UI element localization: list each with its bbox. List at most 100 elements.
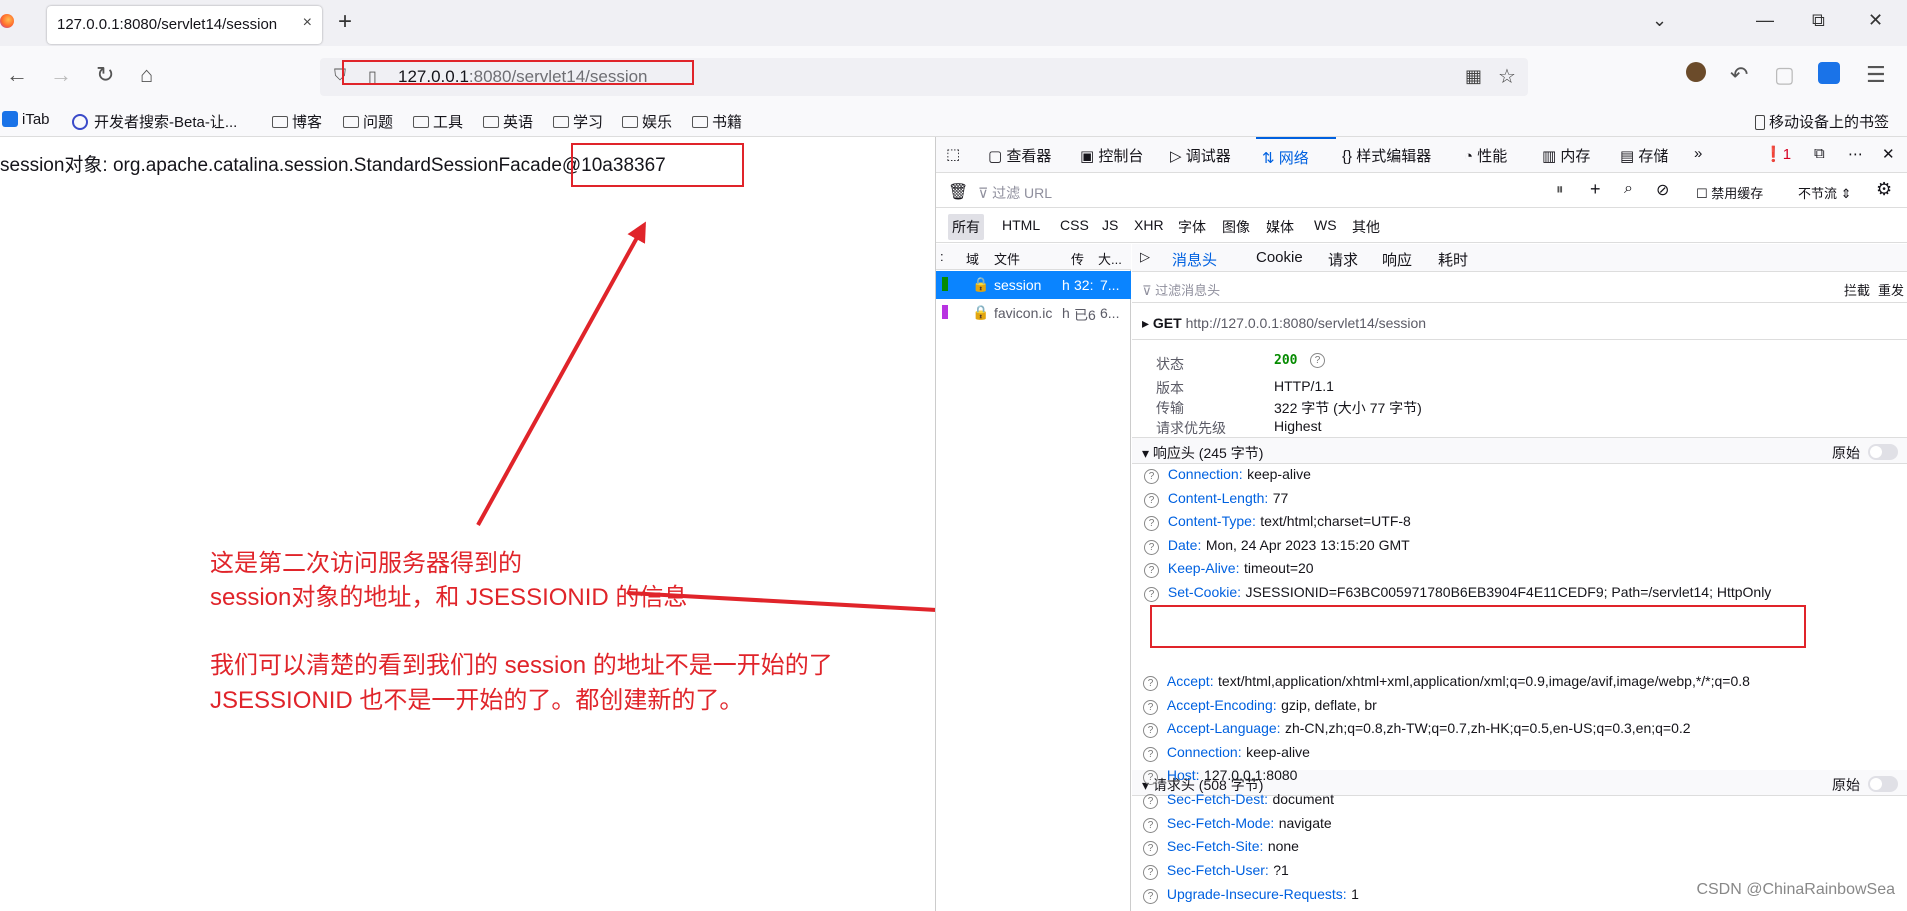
filter-url-input[interactable]: ⊽ 过滤 URL (978, 183, 1052, 203)
summary-value: 322 字节 (大小 77 字节) (1274, 400, 1422, 416)
throttle-select[interactable]: 不节流 ⇕ (1798, 183, 1852, 202)
block-button[interactable]: 拦截 (1844, 280, 1870, 299)
filter-xhr[interactable]: XHR (1134, 217, 1164, 233)
request-file: favicon.ic (994, 305, 1053, 321)
more-tabs-icon[interactable]: » (1694, 145, 1702, 162)
col-file[interactable]: 文件 (994, 249, 1020, 268)
request-url-line: ▸ GET http://127.0.0.1:8080/servlet14/se… (1132, 304, 1907, 340)
request-type: h (1062, 277, 1070, 293)
header-row: ? Content-Length: 77 (1144, 490, 1288, 508)
settings-gear-icon[interactable]: ⚙ (1876, 179, 1892, 200)
header-row: ? Sec-Fetch-Site: none (1143, 838, 1299, 856)
response-headers-section[interactable]: ▾ 响应头 (245 字节) 原始 (1132, 438, 1907, 464)
filter-fonts[interactable]: 字体 (1178, 217, 1206, 237)
tab-response[interactable]: 响应 (1382, 249, 1412, 270)
lock-icon: 🔒 (972, 304, 990, 320)
tab-cookies[interactable]: Cookie (1256, 249, 1303, 266)
devtools-menu-icon[interactable]: ⋯ (1848, 145, 1863, 163)
request-size: 6... (1100, 305, 1120, 321)
header-row: ? Accept-Encoding: gzip, deflate, br (1143, 697, 1377, 715)
add-request-icon[interactable]: + (1590, 179, 1601, 200)
block-icon[interactable]: ⊘ (1656, 180, 1669, 200)
tab-memory[interactable]: ▥ 内存 (1542, 145, 1590, 166)
raw-toggle[interactable] (1868, 444, 1898, 460)
help-icon[interactable]: ? (1144, 587, 1159, 602)
filter-other[interactable]: 其他 (1352, 217, 1380, 237)
annotation-line-1: 这是第二次访问服务器得到的 (210, 550, 522, 577)
request-transfer: 32: (1074, 277, 1094, 293)
tab-timings[interactable]: 耗时 (1438, 249, 1468, 270)
filter-headers-input[interactable]: ⊽ 过滤消息头 (1142, 280, 1220, 299)
help-icon[interactable]: ? (1143, 865, 1158, 880)
arrow-to-session (476, 221, 646, 526)
filter-css[interactable]: CSS (1060, 217, 1089, 233)
error-count-badge[interactable]: ❗1 (1764, 145, 1791, 163)
filter-html[interactable]: HTML (1002, 217, 1040, 233)
filter-js[interactable]: JS (1102, 217, 1118, 233)
status-indicator (942, 305, 948, 319)
tab-performance[interactable]: ◔ 性能 (1464, 145, 1507, 166)
pick-element-icon[interactable]: ⬚ (946, 145, 960, 163)
help-icon[interactable]: ? (1144, 493, 1159, 508)
help-icon[interactable]: ? (1143, 747, 1158, 762)
clear-icon[interactable]: 🗑 (948, 182, 968, 202)
col-transfer[interactable]: 传 (1071, 249, 1084, 268)
help-icon[interactable]: ? (1143, 676, 1158, 691)
filter-all[interactable]: 所有 (948, 214, 984, 240)
request-type: h (1062, 305, 1070, 321)
header-row: ? Sec-Fetch-Dest: document (1143, 791, 1334, 809)
help-icon[interactable]: ? (1144, 563, 1159, 578)
watermark: CSDN @ChinaRainbowSea (1696, 881, 1895, 898)
header-row: ? Host: 127.0.0.1:8080 (1143, 767, 1297, 785)
tab-debugger[interactable]: ▷ 调试器 (1170, 145, 1231, 166)
header-row: ? Accept-Language: zh-CN,zh;q=0.8,zh-TW;… (1143, 720, 1691, 738)
help-icon[interactable]: ? (1143, 818, 1158, 833)
close-devtools-icon[interactable]: ✕ (1882, 145, 1895, 163)
status-code: 200 (1274, 353, 1298, 368)
raw-toggle[interactable] (1868, 776, 1898, 792)
toggle-sidebar-icon[interactable]: ▷ (1140, 249, 1150, 265)
help-icon[interactable]: ? (1143, 794, 1158, 809)
help-icon[interactable]: ? (1143, 723, 1158, 738)
devtools-toolbar: ⬚ ▢ 查看器 ▣ 控制台 ▷ 调试器 ⇅ 网络 {} 样式编辑器 ◔ 性能 ▥… (936, 137, 1907, 173)
tab-storage[interactable]: ▤ 存储 (1620, 145, 1668, 166)
resend-button[interactable]: 重发 (1878, 280, 1904, 299)
pause-icon[interactable]: ⏸ (1556, 181, 1564, 198)
tab-inspector[interactable]: ▢ 查看器 (988, 145, 1051, 166)
filter-ws[interactable]: WS (1314, 217, 1337, 233)
help-icon[interactable]: ? (1143, 841, 1158, 856)
search-icon[interactable]: ⌕ (1624, 180, 1633, 198)
request-file: session (994, 277, 1042, 293)
header-row: ? Date: Mon, 24 Apr 2023 13:15:20 GMT (1144, 537, 1410, 555)
help-icon[interactable]: ? (1144, 516, 1159, 531)
tab-headers[interactable]: 消息头 (1172, 249, 1217, 270)
dock-icon[interactable]: ⧉ (1814, 145, 1825, 162)
request-row[interactable]: 🔒 favicon.ic h 已6 6... (936, 299, 1131, 327)
header-row: ? Upgrade-Insecure-Requests: 1 (1143, 886, 1359, 904)
summary-label: 传输 (1156, 400, 1184, 416)
help-icon[interactable]: ? (1144, 540, 1159, 555)
tab-console[interactable]: ▣ 控制台 (1080, 145, 1143, 166)
col-domain[interactable]: 域 (966, 249, 979, 268)
tab-network[interactable]: ⇅ 网络 (1256, 137, 1336, 173)
col-size[interactable]: 大... (1098, 249, 1122, 268)
summary-value: Highest (1274, 418, 1322, 434)
request-method: GET (1152, 315, 1182, 331)
annotation-line-4: JSESSIONID 也不是一开始的了。都创建新的了。 (210, 687, 744, 714)
filter-images[interactable]: 图像 (1222, 217, 1250, 237)
help-icon[interactable]: ? (1144, 469, 1159, 484)
tab-style-editor[interactable]: {} 样式编辑器 (1342, 145, 1431, 166)
header-row: ? Sec-Fetch-User: ?1 (1143, 862, 1289, 880)
raw-label: 原始 (1832, 445, 1860, 461)
disable-cache-checkbox[interactable]: ☐ 禁用缓存 (1696, 183, 1763, 202)
help-icon[interactable]: ? (1143, 700, 1158, 715)
request-transfer: 已6 (1074, 307, 1096, 323)
filter-media[interactable]: 媒体 (1266, 217, 1294, 237)
help-icon[interactable]: ? (1143, 770, 1158, 785)
help-icon[interactable]: ? (1143, 889, 1158, 904)
request-row[interactable]: 🔒 session h 32: 7... (936, 271, 1131, 299)
help-icon[interactable]: ? (1310, 353, 1325, 368)
tab-request[interactable]: 请求 (1328, 249, 1358, 270)
header-row: ? Keep-Alive: timeout=20 (1144, 560, 1314, 578)
header-row: ? Connection: keep-alive (1144, 466, 1311, 484)
